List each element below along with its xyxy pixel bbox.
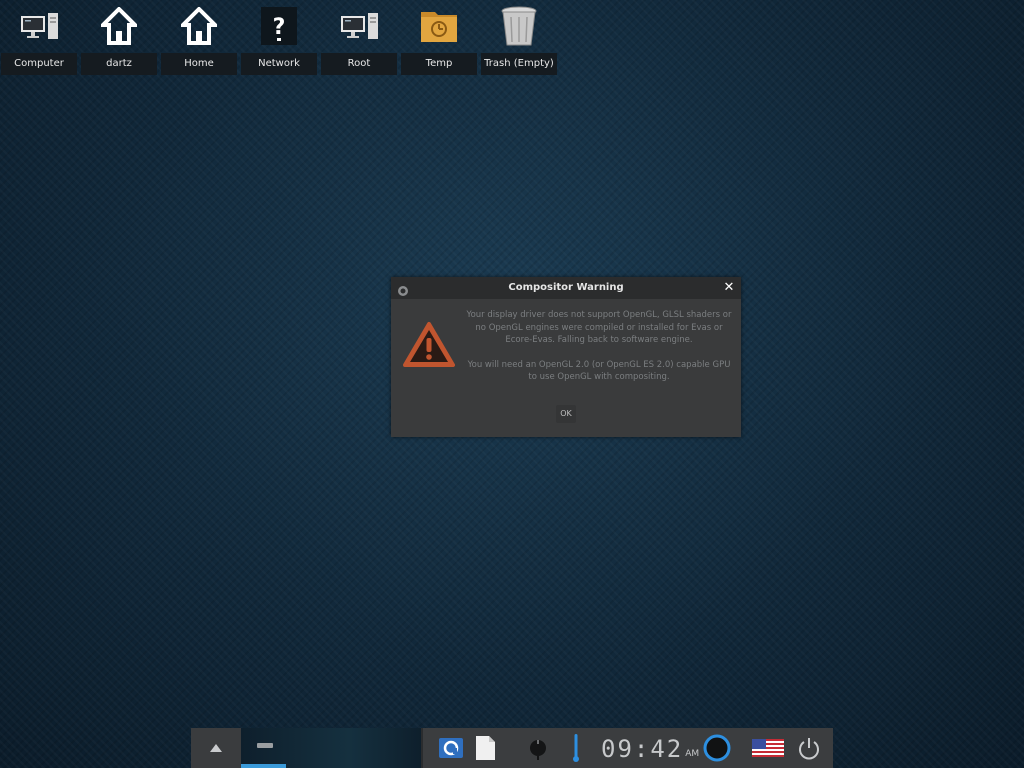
dialog-message: Your display driver does not support Ope… — [463, 309, 735, 396]
desktop-icon-label: Root — [321, 53, 397, 75]
computer-icon — [339, 6, 379, 46]
document-icon[interactable] — [473, 728, 497, 768]
trash-icon — [499, 6, 539, 46]
active-task-indicator — [241, 764, 286, 768]
clock-ring-icon[interactable] — [701, 728, 733, 768]
desktop-icon-network[interactable]: ? Network — [240, 0, 318, 78]
desktop-icon-label: Temp — [401, 53, 477, 75]
desktop-icon-root[interactable]: Root — [320, 0, 398, 78]
network-unknown-icon: ? — [259, 6, 299, 46]
computer-icon — [19, 6, 59, 46]
desktop-icon-dartz[interactable]: dartz — [80, 0, 158, 78]
desktop-icons: Computer dartz Home ? Network Root Temp … — [0, 0, 560, 78]
power-icon[interactable] — [795, 728, 823, 768]
desktop-icon-label: dartz — [81, 53, 157, 75]
desktop-icon-trash[interactable]: Trash (Empty) — [480, 0, 558, 78]
dialog-message-paragraph: Your display driver does not support Ope… — [466, 310, 732, 345]
clock[interactable]: 09:42 AM — [601, 733, 699, 763]
desktop-icon-computer[interactable]: Computer — [0, 0, 78, 78]
thermometer-icon[interactable] — [569, 728, 583, 768]
window-task-icon[interactable] — [257, 743, 273, 748]
dialog-title: Compositor Warning — [508, 282, 624, 293]
desktop-icon-label: Home — [161, 53, 237, 75]
compositor-warning-dialog: Compositor Warning ✕ Your display driver… — [391, 277, 741, 437]
shutter-icon[interactable] — [437, 728, 465, 768]
start-menu-button[interactable] — [191, 728, 241, 768]
taskbar-window-list[interactable] — [241, 728, 421, 768]
taskbar: 09:42 AM — [191, 728, 833, 768]
folder-temp-icon — [419, 6, 459, 46]
clock-ampm: AM — [685, 749, 700, 759]
us-flag-icon[interactable] — [751, 728, 785, 768]
mixer-knob-icon[interactable] — [527, 728, 549, 768]
home-icon — [179, 6, 219, 46]
clock-time: 09:42 — [601, 735, 684, 763]
warning-icon — [403, 321, 455, 369]
home-icon — [99, 6, 139, 46]
dialog-titlebar[interactable]: Compositor Warning ✕ — [391, 277, 741, 299]
close-icon[interactable]: ✕ — [721, 280, 737, 296]
desktop-icon-label: Computer — [1, 53, 77, 75]
desktop-icon-label: Network — [241, 53, 317, 75]
system-tray: 09:42 AM — [423, 728, 833, 768]
desktop-icon-label: Trash (Empty) — [481, 53, 557, 75]
chevron-up-icon — [210, 744, 222, 752]
desktop-icon-home[interactable]: Home — [160, 0, 238, 78]
dialog-message-paragraph: You will need an OpenGL 2.0 (or OpenGL E… — [467, 359, 731, 383]
desktop-icon-temp[interactable]: Temp — [400, 0, 478, 78]
ok-button[interactable]: OK — [556, 405, 576, 423]
svg-text:?: ? — [273, 15, 286, 40]
